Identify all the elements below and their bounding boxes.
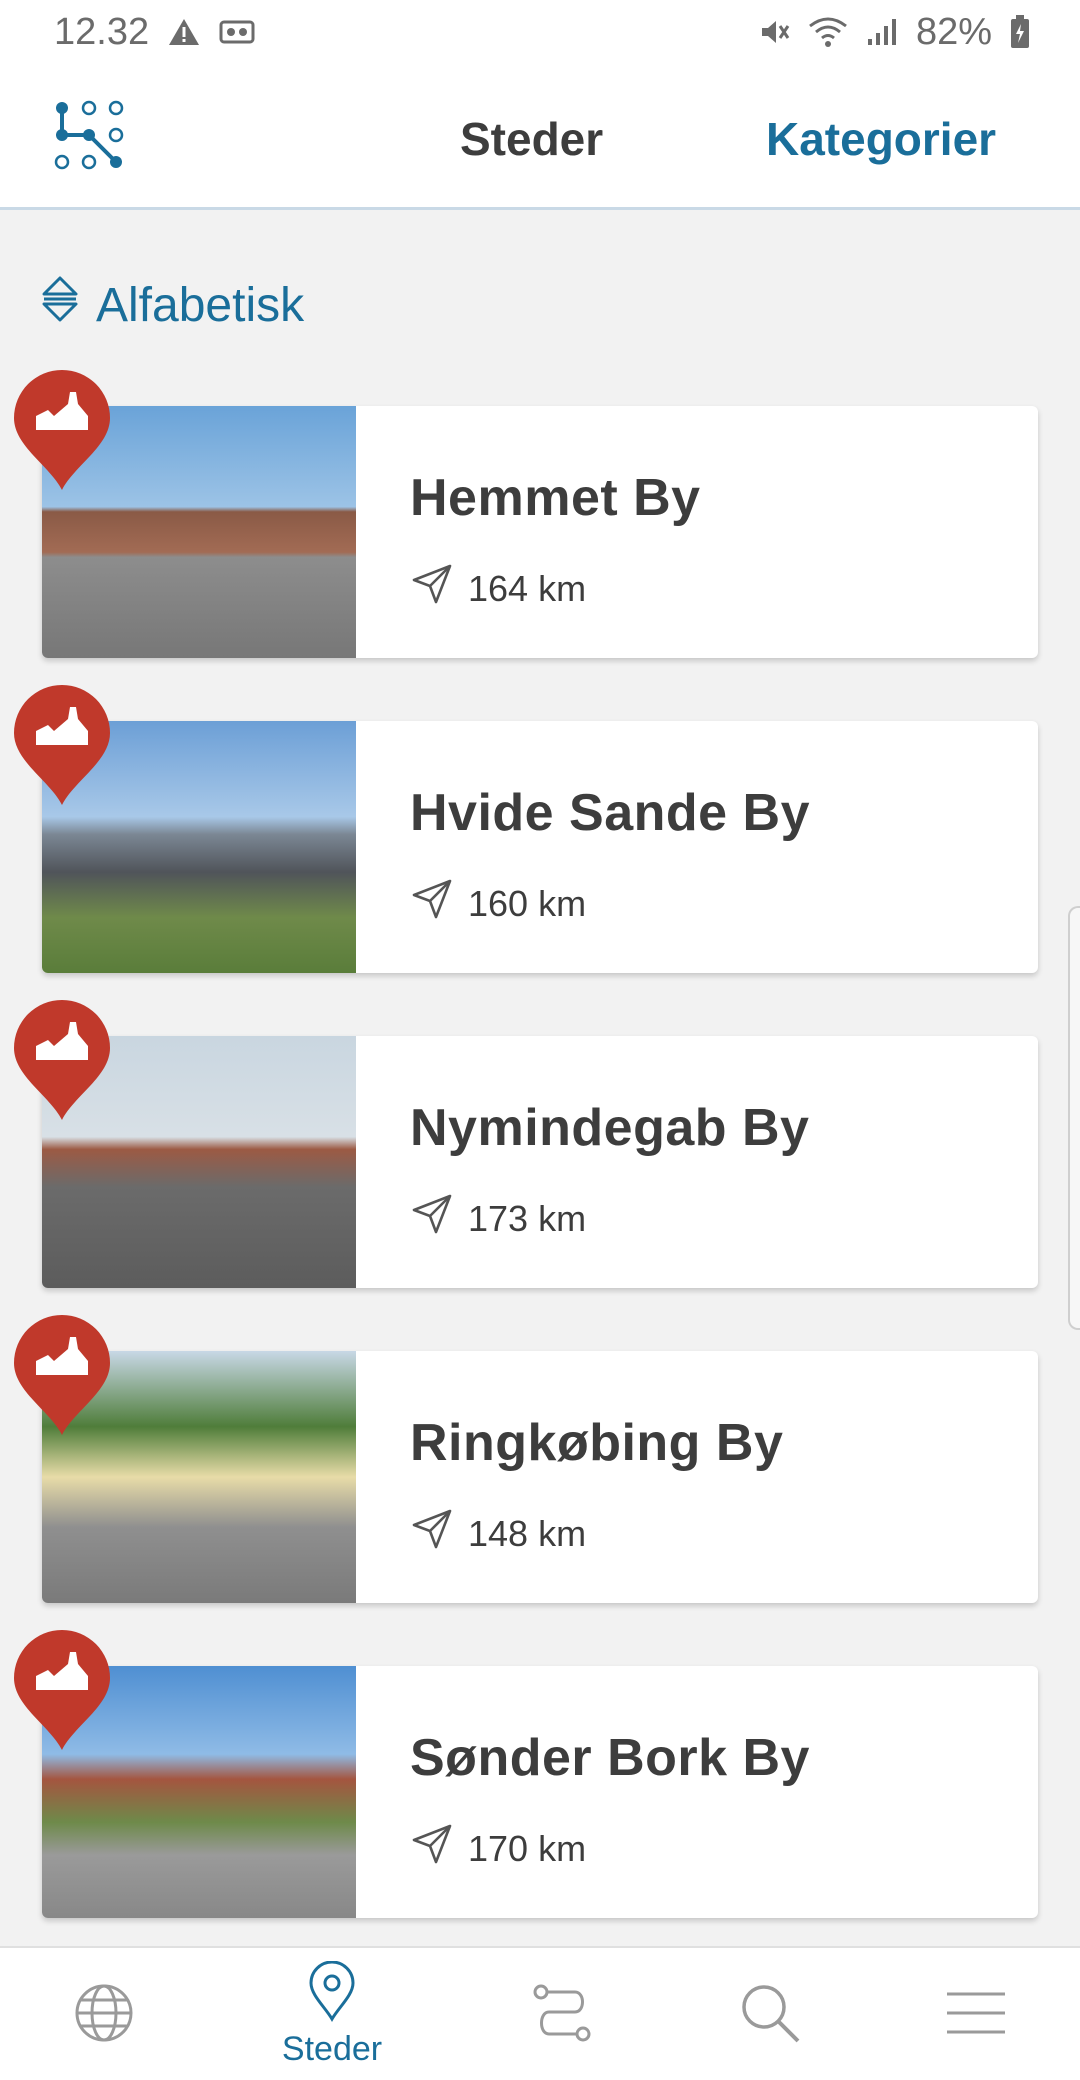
place-name: Ringkøbing By [410,1414,784,1472]
distance-value: 173 km [468,1197,587,1239]
direction-arrow-icon [410,1507,454,1560]
distance-value: 160 km [468,882,587,924]
distance-value: 170 km [468,1827,587,1869]
direction-arrow-icon [410,1192,454,1245]
nav-route[interactable] [492,1948,632,2080]
battery-percent: 82% [915,10,992,53]
place-name: Hvide Sande By [410,784,811,842]
direction-arrow-icon [410,562,454,615]
warning-icon [167,17,201,47]
city-pin-icon [10,366,114,494]
menu-icon [945,1988,1007,2043]
clock: 12.32 [54,10,150,53]
sort-icon [40,274,80,336]
city-pin-icon [10,681,114,809]
app-header: Steder Kategorier [0,64,1080,210]
place-card[interactable]: Hvide Sande By 160 km [14,685,1038,973]
place-name: Nymindegab By [410,1099,810,1157]
sort-label: Alfabetisk [96,278,305,332]
distance-value: 148 km [468,1512,587,1554]
nav-globe[interactable] [34,1948,174,2080]
city-pin-icon [10,1626,114,1754]
signal-icon [866,17,898,47]
status-bar: 12.32 82% [0,0,1080,64]
place-distance: 160 km [410,877,586,930]
nav-menu[interactable] [906,1948,1046,2080]
tab-steder[interactable]: Steder [460,112,603,166]
scrollbar[interactable] [1068,906,1080,1330]
bottom-nav: Steder [0,1946,1080,2080]
place-distance: 164 km [410,562,586,615]
direction-arrow-icon [410,1822,454,1875]
nav-search[interactable] [700,1948,840,2080]
place-card[interactable]: Hemmet By 164 km [14,370,1038,658]
place-distance: 173 km [410,1192,586,1245]
place-name: Hemmet By [410,469,701,527]
location-pin-icon [307,1960,357,2028]
dots-logo-icon[interactable] [54,100,124,170]
place-name: Sønder Bork By [410,1729,810,1787]
mute-icon [758,16,790,48]
city-pin-icon [10,1311,114,1439]
direction-arrow-icon [410,877,454,930]
place-card[interactable]: Ringkøbing By 148 km [14,1315,1038,1603]
place-distance: 170 km [410,1822,586,1875]
globe-icon [73,1982,135,2049]
nav-steder[interactable]: Steder [262,1948,402,2080]
place-card[interactable]: Sønder Bork By 170 km [14,1630,1038,1918]
place-distance: 148 km [410,1507,586,1560]
vr-icon [219,18,255,46]
distance-value: 164 km [468,567,587,609]
nav-steder-label: Steder [281,2030,383,2068]
sort-toggle[interactable]: Alfabetisk [40,274,304,336]
battery-icon [1010,15,1030,49]
place-card[interactable]: Nymindegab By 173 km [14,1000,1038,1288]
city-pin-icon [10,996,114,1124]
search-icon [738,1981,802,2050]
route-icon [531,1982,593,2049]
wifi-icon [808,16,848,48]
tab-kategorier[interactable]: Kategorier [766,112,996,166]
